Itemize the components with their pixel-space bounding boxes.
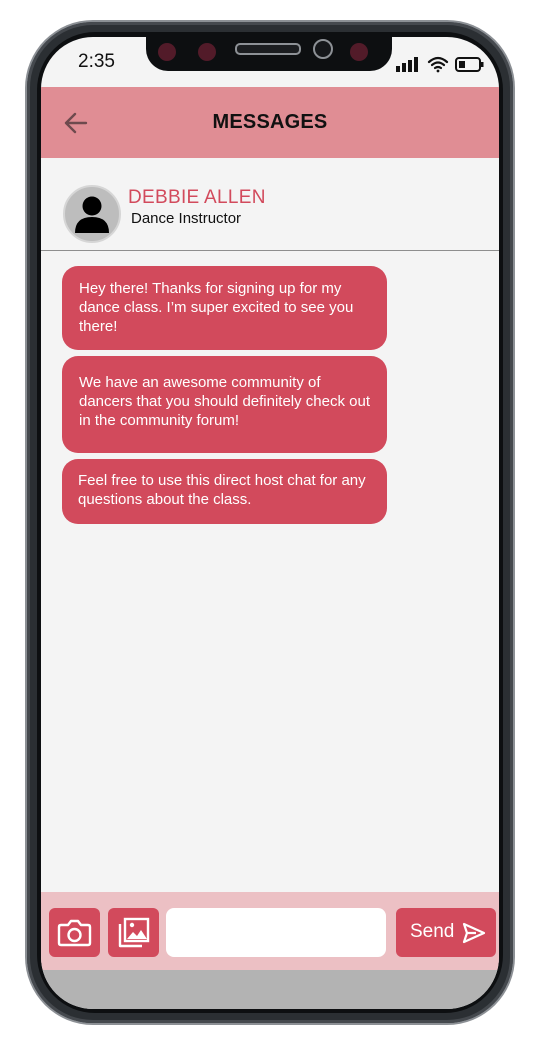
paper-plane-icon bbox=[462, 922, 486, 944]
sensor-dot bbox=[158, 43, 176, 61]
stage: 2:35 MESSAGES DEBBIE ALLEN Dance Instruc… bbox=[0, 0, 540, 1044]
contact-header: DEBBIE ALLEN Dance Instructor bbox=[41, 158, 499, 251]
front-camera bbox=[313, 39, 333, 59]
camera-button[interactable] bbox=[49, 908, 100, 957]
contact-role: Dance Instructor bbox=[131, 210, 242, 227]
page-title: MESSAGES bbox=[212, 111, 328, 133]
camera-icon bbox=[57, 919, 92, 947]
phone-screen: 2:35 MESSAGES DEBBIE ALLEN Dance Instruc… bbox=[41, 37, 499, 1009]
status-time: 2:35 bbox=[78, 51, 115, 72]
message-composer: Send bbox=[41, 892, 499, 970]
message-input[interactable] bbox=[166, 908, 386, 957]
wifi-icon bbox=[427, 56, 449, 73]
send-button[interactable]: Send bbox=[396, 908, 496, 957]
user-silhouette-icon bbox=[75, 196, 109, 233]
message-bubble: Hey there! Thanks for signing up for my … bbox=[62, 266, 387, 350]
avatar[interactable] bbox=[63, 185, 121, 243]
phone-notch bbox=[146, 37, 392, 71]
message-list: Hey there! Thanks for signing up for my … bbox=[62, 266, 387, 530]
send-label: Send bbox=[410, 921, 455, 942]
status-icons bbox=[396, 56, 484, 73]
message-bubble: Feel free to use this direct host chat f… bbox=[62, 459, 387, 524]
sensor-dot bbox=[350, 43, 368, 61]
message-bubble: We have an awesome community of dancers … bbox=[62, 356, 387, 453]
battery-icon bbox=[455, 57, 484, 72]
earpiece-speaker bbox=[235, 43, 301, 55]
contact-name: DEBBIE ALLEN bbox=[128, 187, 266, 208]
app-bar: MESSAGES bbox=[41, 87, 499, 158]
gallery-button[interactable] bbox=[108, 908, 159, 957]
home-indicator-area bbox=[41, 970, 499, 1009]
image-gallery-icon bbox=[118, 917, 150, 948]
sensor-dot bbox=[198, 43, 216, 61]
signal-icon bbox=[396, 57, 418, 72]
